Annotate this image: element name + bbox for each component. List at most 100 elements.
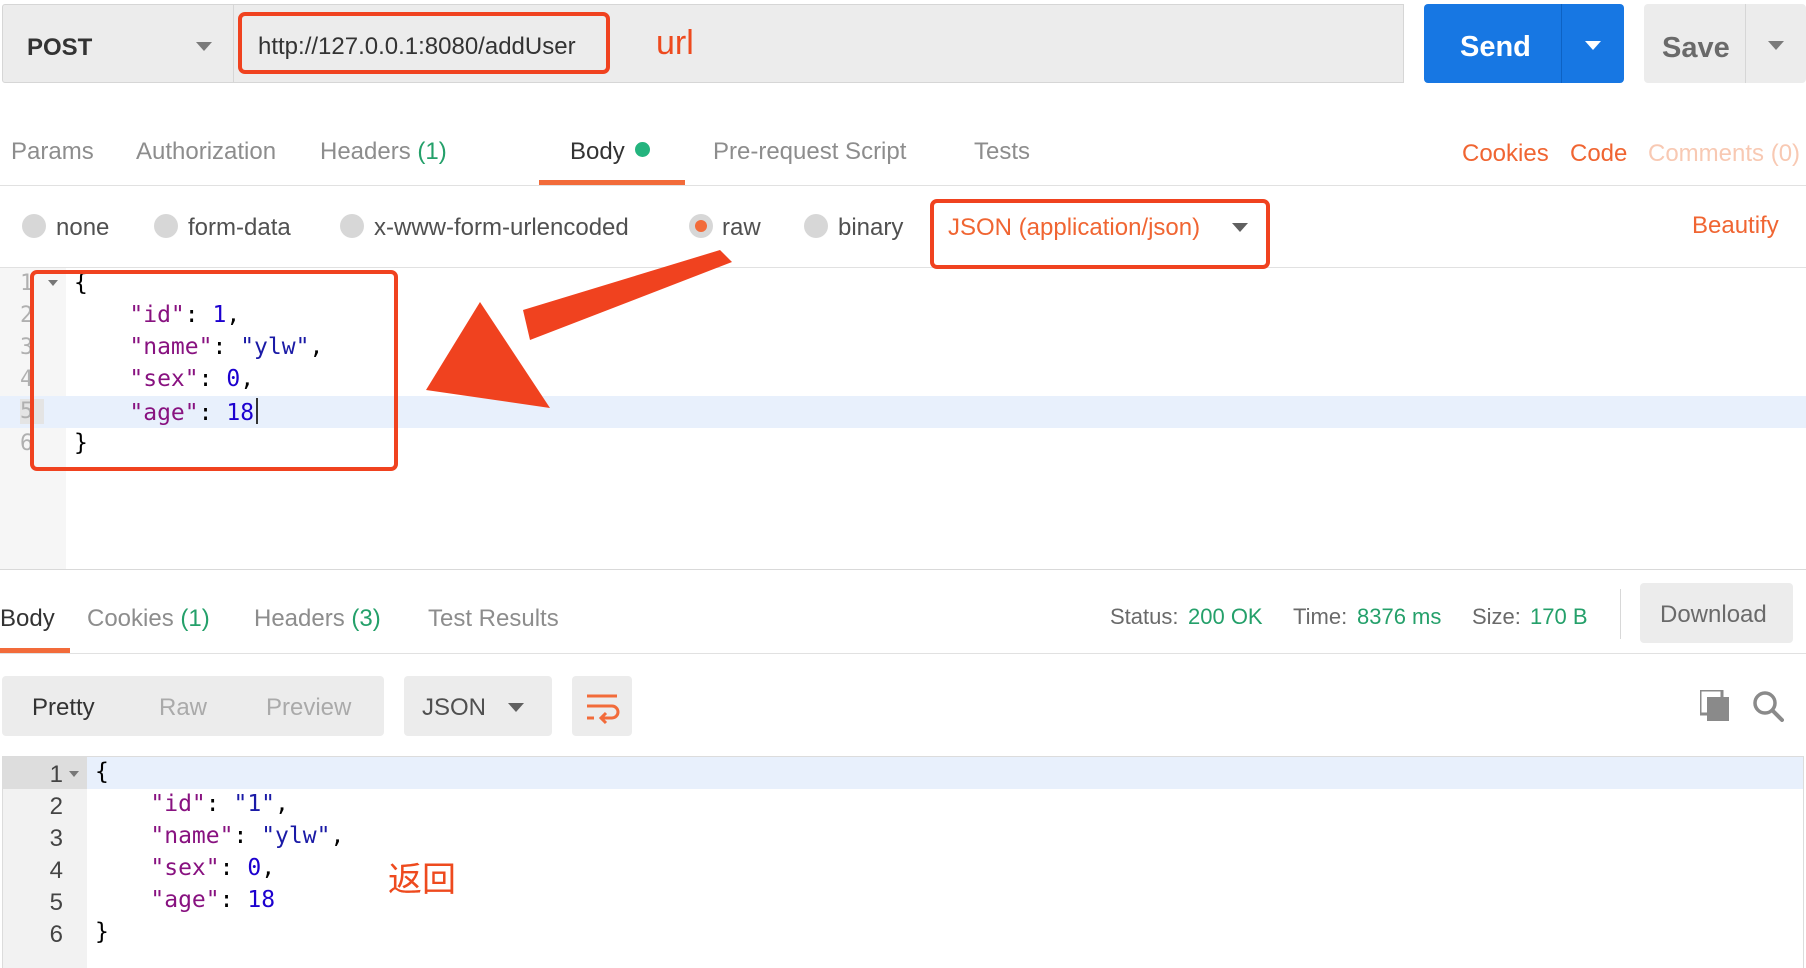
code-line: 5 "age": 18 — [3, 885, 1803, 917]
wrap-lines-icon — [587, 694, 620, 725]
tab-headers-count: (1) — [417, 138, 447, 165]
tab-tests[interactable]: Tests — [974, 138, 1030, 166]
time-value[interactable]: 8376 ms — [1357, 604, 1441, 630]
status-label: Status: — [1110, 604, 1179, 629]
save-label: Save — [1662, 32, 1730, 64]
json-key: "id" — [150, 791, 206, 817]
json-key: "name" — [150, 823, 234, 849]
method-select[interactable]: POST — [2, 4, 234, 83]
view-pretty-button[interactable]: Pretty — [32, 694, 95, 722]
code-text: "sex": 0, — [150, 855, 276, 881]
line-number: 4 — [49, 857, 63, 884]
line-number: 2 — [49, 793, 63, 820]
format-label: JSON — [422, 694, 487, 721]
save-button[interactable]: Save — [1644, 4, 1806, 83]
json-key: "age" — [150, 887, 220, 913]
tab-headers-label: Headers — [320, 138, 411, 165]
chevron-down-icon — [508, 703, 524, 712]
code-text: { — [95, 759, 109, 785]
send-button[interactable]: Send — [1424, 4, 1624, 83]
tab-body[interactable]: Body — [570, 138, 650, 166]
send-label: Send — [1460, 31, 1531, 63]
cookies-link[interactable]: Cookies — [1462, 140, 1549, 168]
body-type-selector: none form-data x-www-form-urlencoded raw… — [0, 186, 1806, 268]
resp-active-tab-indicator — [0, 648, 70, 653]
save-options-chevron-icon[interactable] — [1768, 41, 1784, 50]
active-tab-indicator — [539, 180, 685, 185]
radio-form-data[interactable] — [154, 214, 178, 238]
fold-arrow-icon[interactable] — [69, 771, 79, 777]
response-toolbar: Pretty Raw Preview JSON — [0, 654, 1806, 756]
body-active-dot-icon — [634, 142, 650, 157]
response-body-viewer[interactable]: 1 { 2 "id": "1", 3 "name": "ylw", 4 "sex… — [2, 756, 1804, 968]
resp-tab-test-results[interactable]: Test Results — [428, 605, 559, 633]
radio-form-data-label[interactable]: form-data — [188, 214, 291, 242]
comments-link[interactable]: Comments (0) — [1648, 140, 1800, 168]
radio-urlencoded-label[interactable]: x-www-form-urlencoded — [374, 214, 629, 242]
json-string: "ylw" — [261, 823, 331, 849]
tab-authorization[interactable]: Authorization — [136, 138, 276, 166]
code-link[interactable]: Code — [1570, 140, 1627, 168]
response-tabs: Body Cookies (1) Headers (3) Test Result… — [0, 571, 1806, 654]
copy-icon[interactable] — [1700, 690, 1730, 722]
radio-urlencoded[interactable] — [340, 214, 364, 238]
resp-tab-headers-count: (3) — [351, 605, 381, 632]
tab-pre-request-script[interactable]: Pre-request Script — [713, 138, 906, 166]
send-options-chevron-icon[interactable] — [1585, 41, 1601, 50]
method-label: POST — [27, 34, 93, 61]
size-value[interactable]: 170 B — [1530, 604, 1588, 630]
tab-body-label: Body — [570, 138, 625, 165]
json-string: "1" — [233, 791, 276, 817]
line-number: 6 — [49, 921, 63, 948]
save-split-divider — [1745, 4, 1746, 83]
code-line: 3 "name": "ylw", — [3, 821, 1803, 853]
radio-raw-label[interactable]: raw — [722, 214, 761, 242]
resp-tab-cookies[interactable]: Cookies (1) — [87, 605, 210, 633]
code-line: 2 "id": "1", — [3, 789, 1803, 821]
status-value[interactable]: 200 OK — [1188, 604, 1263, 630]
code-text: "age": 18 — [150, 887, 276, 913]
resp-tab-body[interactable]: Body — [0, 605, 55, 633]
radio-raw[interactable] — [689, 214, 713, 238]
view-preview-button[interactable]: Preview — [266, 694, 351, 722]
radio-binary-label[interactable]: binary — [838, 214, 903, 242]
code-line: 4 "sex": 0, — [3, 853, 1803, 885]
download-label: Download — [1660, 601, 1767, 628]
send-split-divider — [1561, 4, 1562, 83]
view-raw-button[interactable]: Raw — [159, 694, 207, 722]
wrap-lines-button[interactable] — [572, 676, 632, 736]
body-highlight-box — [30, 270, 398, 471]
beautify-link[interactable]: Beautify — [1692, 212, 1779, 240]
search-icon[interactable] — [1752, 690, 1784, 722]
url-highlight-box — [238, 12, 610, 74]
request-tabs: Params Authorization Headers (1) Body Pr… — [0, 104, 1806, 186]
line-number: 5 — [49, 889, 63, 916]
code-text: "id": "1", — [150, 791, 289, 817]
json-number: 0 — [247, 855, 262, 881]
tab-params[interactable]: Params — [11, 138, 94, 166]
radio-none-label[interactable]: none — [56, 214, 109, 242]
view-mode-group: Pretty Raw Preview — [2, 676, 384, 736]
annotation-arrow — [426, 250, 732, 408]
code-line-active: 1 { — [3, 757, 1803, 789]
line-number: 3 — [49, 825, 63, 852]
resp-tab-cookies-count: (1) — [180, 605, 210, 632]
url-annotation: url — [656, 24, 694, 62]
tab-headers[interactable]: Headers (1) — [320, 138, 447, 166]
size-label: Size: — [1472, 604, 1521, 629]
resp-tab-headers-label: Headers — [254, 605, 345, 632]
json-key: "sex" — [150, 855, 220, 881]
divider — [1620, 589, 1621, 639]
code-text: } — [95, 919, 109, 945]
radio-none[interactable] — [22, 214, 46, 238]
chevron-down-icon — [196, 42, 212, 51]
resp-tab-cookies-label: Cookies — [87, 605, 174, 632]
json-number: 18 — [247, 887, 276, 913]
download-button[interactable]: Download — [1640, 583, 1793, 643]
content-type-highlight-box — [930, 199, 1270, 269]
resp-tab-headers[interactable]: Headers (3) — [254, 605, 381, 633]
time-label: Time: — [1293, 604, 1348, 629]
format-select[interactable]: JSON — [404, 676, 552, 736]
radio-binary[interactable] — [804, 214, 828, 238]
code-line: 6 } — [3, 917, 1803, 949]
